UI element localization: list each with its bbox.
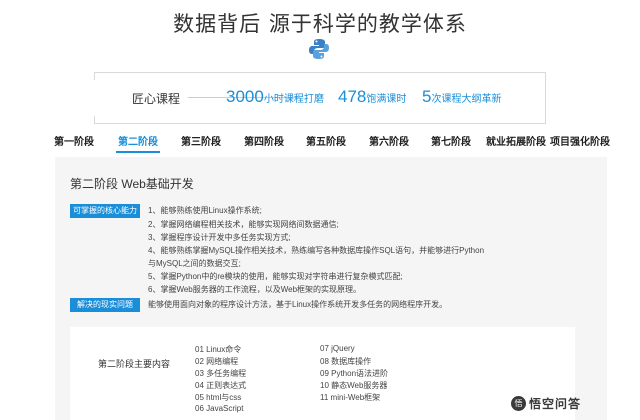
course-stats-banner: 匠心课程 3000小时课程打磨 478饱满课时 5次课程大纲革新 xyxy=(94,72,546,124)
real-problem-badge: 解决的现实问题 xyxy=(70,298,140,312)
tab-stage-2[interactable]: 第二阶段 xyxy=(118,133,158,148)
stage-title: 第二阶段 Web基础开发 xyxy=(70,177,194,191)
wukong-qa-icon: 悟 xyxy=(511,395,526,411)
active-tab-indicator xyxy=(116,151,160,153)
tab-stage-7[interactable]: 第七阶段 xyxy=(431,133,471,148)
stage-tabs: 第一阶段 第二阶段 第三阶段 第四阶段 第五阶段 第六阶段 第七阶段 就业拓展阶… xyxy=(50,133,610,157)
tab-stage-1[interactable]: 第一阶段 xyxy=(54,133,94,148)
stat-number: 3000 xyxy=(226,87,264,106)
content-card-title: 第二阶段主要内容 xyxy=(98,359,171,369)
course-item: 06 JavaScript xyxy=(195,404,244,413)
course-item: 08 数据库操作 xyxy=(320,357,372,366)
stat-unit: 次课程大纲革新 xyxy=(431,94,502,105)
stat-number: 478 xyxy=(338,87,367,106)
tab-stage-4[interactable]: 第四阶段 xyxy=(244,133,284,148)
course-item: 03 多任务编程 xyxy=(195,369,247,378)
course-item: 02 网络编程 xyxy=(195,357,239,366)
stat-unit: 饱满课时 xyxy=(366,94,407,105)
stat-unit: 小时课程打磨 xyxy=(263,94,324,105)
core-ability-item: 5、掌握Python中的re模块的使用，能够实现对字符串进行复杂模式匹配; xyxy=(148,272,403,281)
course-item: 04 正则表达式 xyxy=(195,381,247,390)
wukong-watermark: 悟 悟空问答 xyxy=(511,394,581,412)
tab-project-stage[interactable]: 项目强化阶段 xyxy=(550,133,610,148)
course-item: 07 jQuery xyxy=(320,344,355,353)
course-item: 05 html与css xyxy=(195,393,242,402)
course-item: 11 mini-Web框架 xyxy=(320,393,381,402)
banner-label: 匠心课程 xyxy=(130,90,183,107)
tab-stage-5[interactable]: 第五阶段 xyxy=(306,133,346,148)
stat-hours: 3000小时课程打磨 xyxy=(226,87,324,107)
core-ability-item: 3、掌握程序设计开发中多任务实现方式; xyxy=(148,233,291,242)
core-ability-item: 4、能够熟练掌握MySQL操作相关技术，熟练编写各种数据库操作SQL语句，并能够… xyxy=(148,246,485,255)
core-ability-badge: 可掌握的核心能力 xyxy=(70,204,140,218)
course-item: 09 Python语法进阶 xyxy=(320,369,389,378)
core-ability-item: 2、掌握网络编程相关技术，能够实现网络间数据通信; xyxy=(148,220,339,229)
python-logo-icon xyxy=(309,39,329,59)
stat-lessons: 478饱满课时 xyxy=(338,87,406,107)
core-ability-item: 1、能够熟练使用Linux操作系统; xyxy=(148,206,262,215)
watermark-text: 悟空问答 xyxy=(529,396,582,411)
tab-stage-6[interactable]: 第六阶段 xyxy=(369,133,409,148)
page-title: 数据背后 源于科学的教学体系 xyxy=(173,12,467,36)
core-ability-item: 6、掌握Web服务器的工作流程，以及Web框架的实现原理。 xyxy=(148,285,362,294)
tab-employment-stage[interactable]: 就业拓展阶段 xyxy=(486,133,546,148)
stage-detail-panel: 第二阶段 Web基础开发 可掌握的核心能力 1、能够熟练使用Linux操作系统;… xyxy=(55,157,607,420)
course-item: 01 Linux命令 xyxy=(195,345,242,354)
tab-stage-3[interactable]: 第三阶段 xyxy=(181,133,221,148)
course-item: 10 静态Web服务器 xyxy=(320,381,388,390)
real-problem-text: 能够使用面向对象的程序设计方法，基于Linux操作系统开发多任务的网络程序开发。 xyxy=(148,300,448,309)
core-ability-item: 与MySQL之间的数据交互; xyxy=(148,259,241,268)
main-content-card: 第二阶段主要内容 01 Linux命令 02 网络编程 03 多任务编程 04 … xyxy=(70,327,575,420)
stat-revisions: 5次课程大纲革新 xyxy=(422,87,501,107)
